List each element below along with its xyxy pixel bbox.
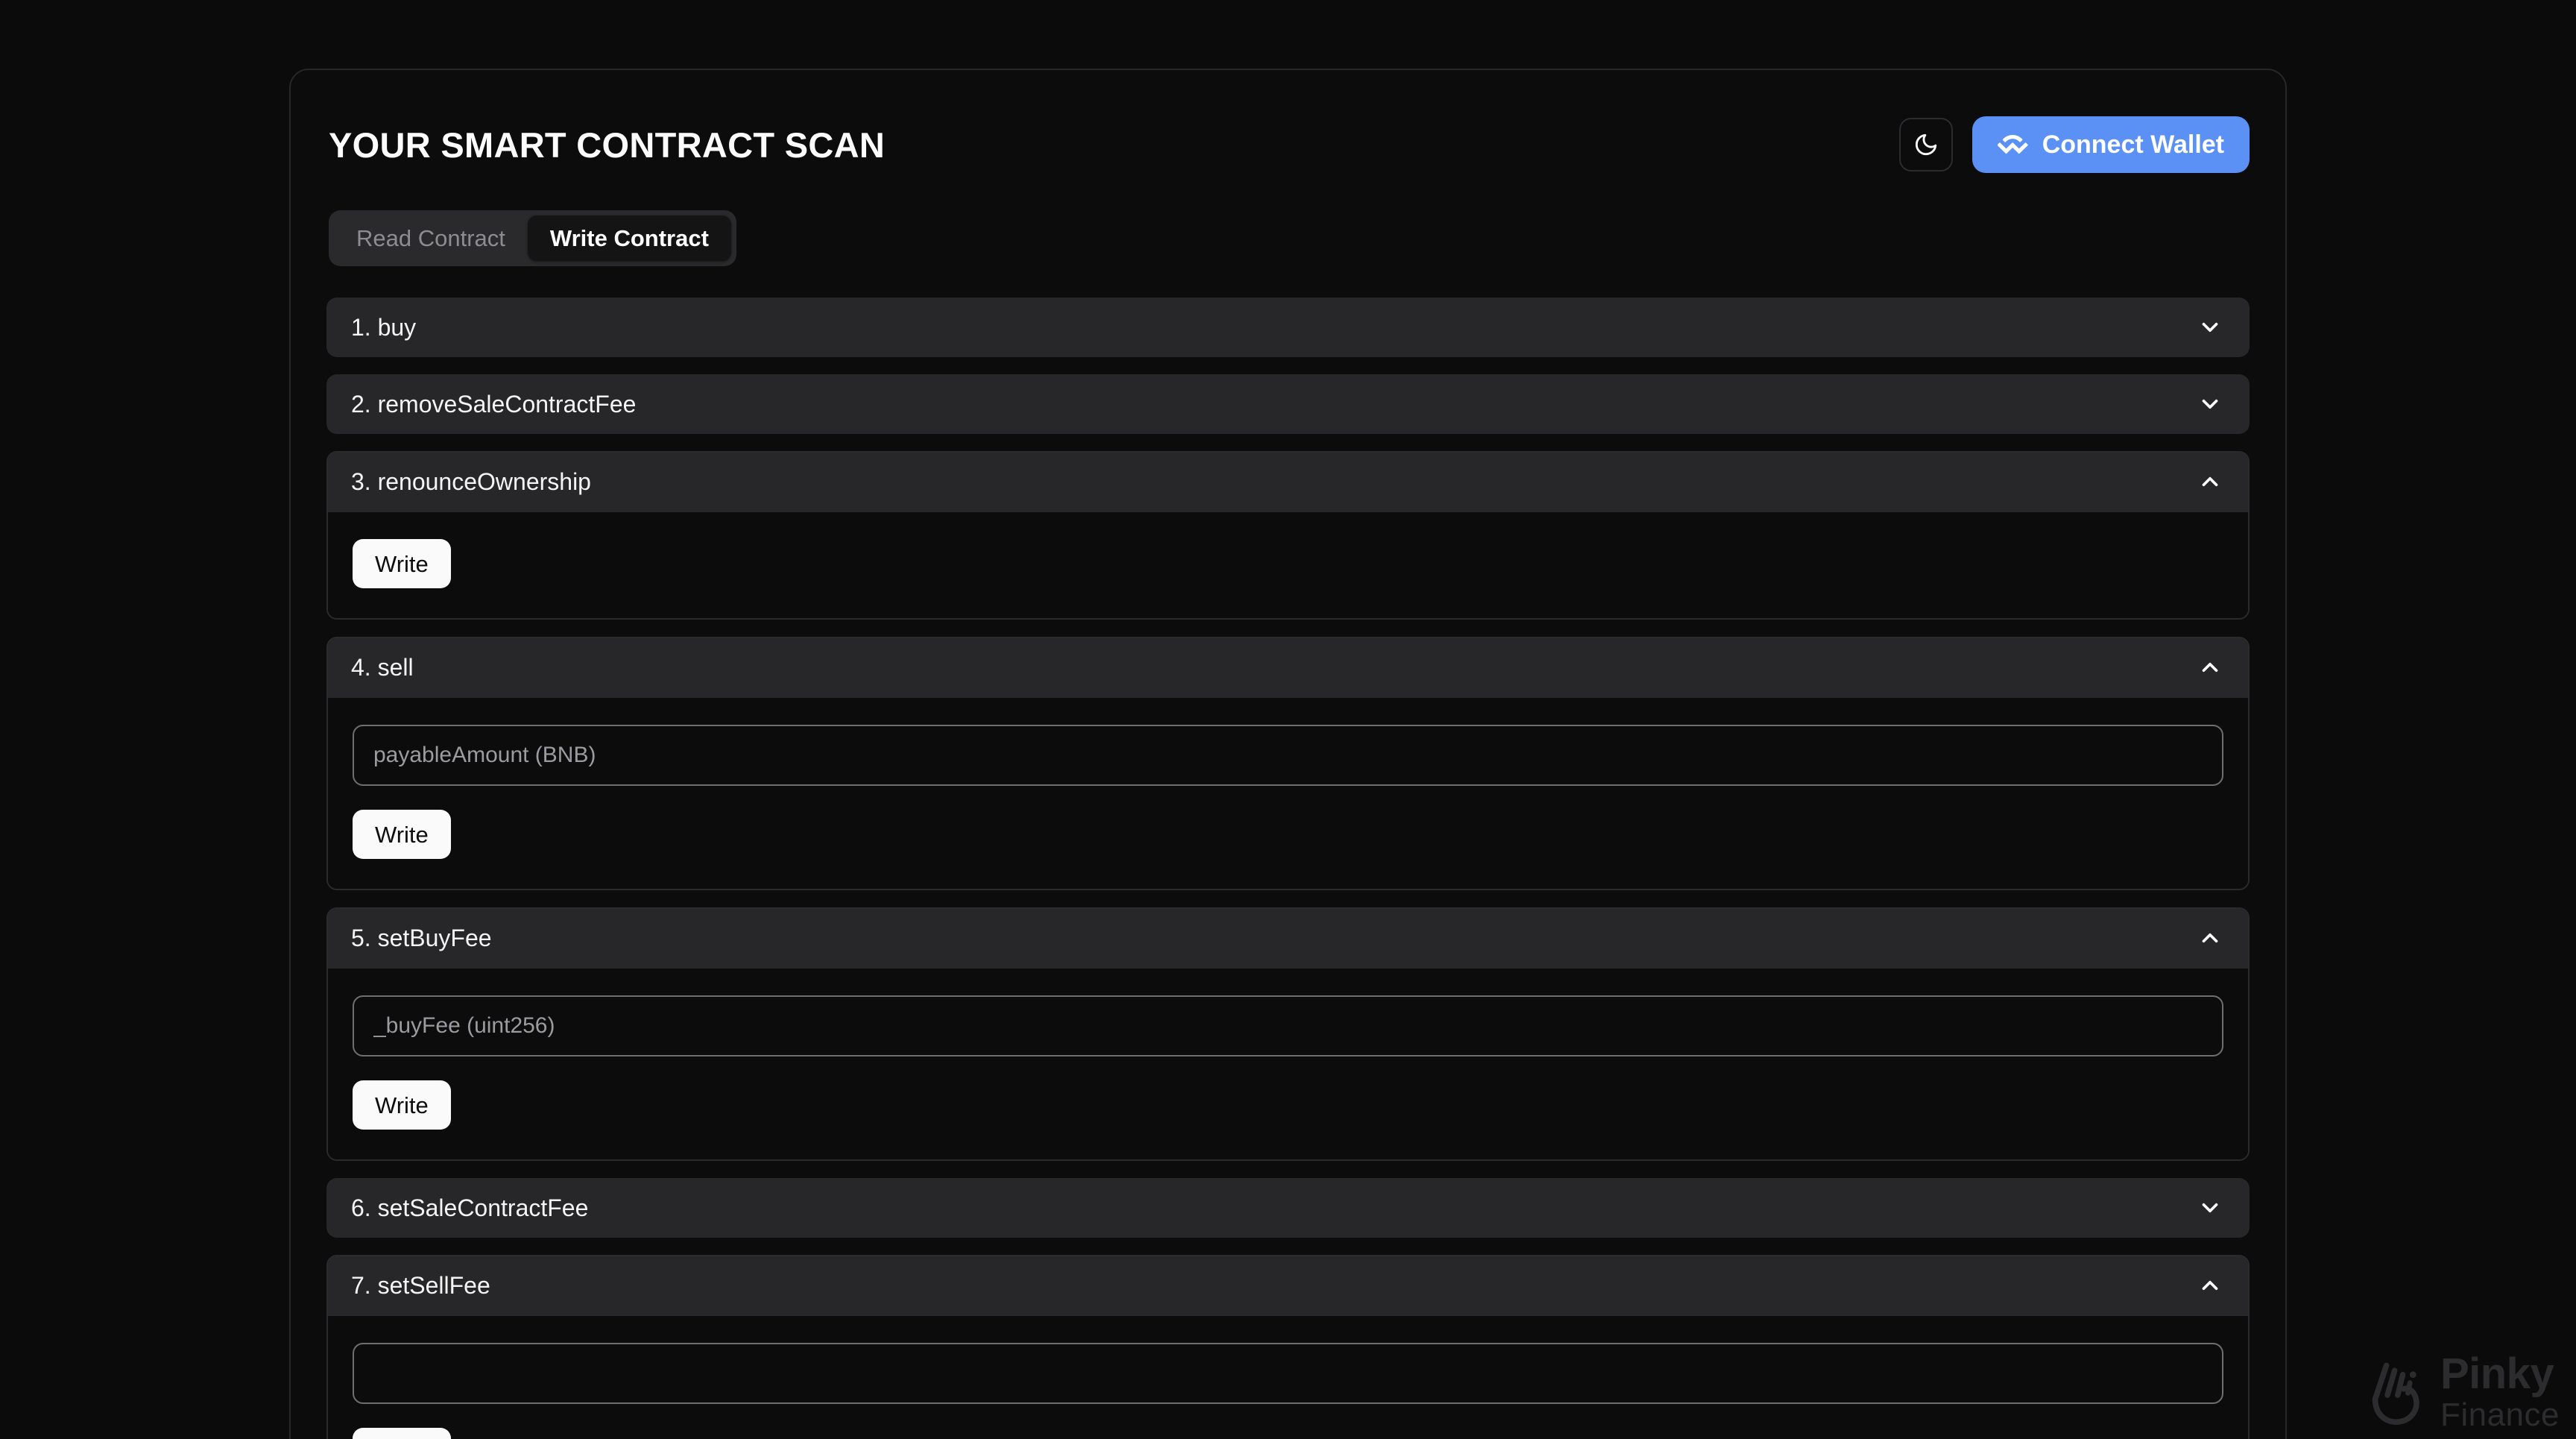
connect-wallet-label: Connect Wallet (2042, 130, 2224, 159)
function-argument-input[interactable] (353, 995, 2223, 1057)
function-name: 3. renounceOwnership (351, 468, 591, 495)
watermark-line-1: Pinky (2440, 1350, 2554, 1398)
walletconnect-icon (1997, 129, 2029, 160)
write-button[interactable]: Write (353, 539, 451, 588)
chevron-up-icon[interactable] (2197, 469, 2223, 494)
tab-read-contract[interactable]: Read Contract (334, 215, 528, 261)
write-button[interactable]: Write (353, 810, 451, 859)
pinky-hand-icon (2363, 1356, 2428, 1428)
function-accordion-header[interactable]: 6. setSaleContractFee (326, 1178, 2250, 1238)
function-list: 1. buy 2. removeSaleContractFee 3. renounc… (326, 297, 2250, 1439)
theme-toggle-button[interactable] (1898, 118, 1953, 171)
chevron-up-icon[interactable] (2197, 1273, 2223, 1298)
chevron-down-icon[interactable] (2197, 391, 2223, 417)
function-name: 5. setBuyFee (351, 925, 492, 951)
pinky-finance-watermark: Pinky Finance (2363, 1353, 2560, 1432)
function-argument-input[interactable] (353, 725, 2223, 786)
function-accordion-header[interactable]: 3. renounceOwnership (328, 453, 2248, 512)
function-accordion-header[interactable]: 1. buy (326, 297, 2250, 357)
chevron-up-icon[interactable] (2197, 655, 2223, 680)
write-button[interactable]: Write (353, 1080, 451, 1130)
write-button[interactable]: Write (353, 1428, 451, 1439)
function-name: 7. setSellFee (351, 1272, 490, 1299)
function-argument-input[interactable] (353, 1343, 2223, 1404)
contract-scan-card: YOUR SMART CONTRACT SCAN Connect Wallet … (289, 69, 2287, 1439)
function-accordion: 2. removeSaleContractFee (326, 374, 2250, 434)
function-name: 1. buy (351, 314, 417, 341)
function-accordion-body: Write (328, 1316, 2248, 1439)
card-header: YOUR SMART CONTRACT SCAN Connect Wallet (326, 70, 2250, 173)
function-accordion: 3. renounceOwnership Write (326, 451, 2250, 620)
app-root: YOUR SMART CONTRACT SCAN Connect Wallet … (0, 0, 2576, 1439)
watermark-line-2: Finance (2440, 1397, 2560, 1433)
function-accordion-body: Write (328, 512, 2248, 618)
chevron-down-icon[interactable] (2197, 315, 2223, 340)
chevron-up-icon[interactable] (2197, 925, 2223, 951)
function-accordion: 1. buy (326, 297, 2250, 357)
watermark-text: Pinky Finance (2440, 1353, 2560, 1432)
function-accordion: 6. setSaleContractFee (326, 1178, 2250, 1238)
function-accordion-body: Write (328, 698, 2248, 889)
function-accordion-header[interactable]: 2. removeSaleContractFee (326, 374, 2250, 434)
function-name: 2. removeSaleContractFee (351, 391, 637, 418)
function-accordion-body: Write (328, 969, 2248, 1159)
header-actions: Connect Wallet (1898, 116, 2250, 173)
chevron-down-icon[interactable] (2197, 1195, 2223, 1221)
moon-icon (1913, 132, 1939, 157)
connect-wallet-button[interactable]: Connect Wallet (1972, 116, 2250, 173)
function-accordion-header[interactable]: 5. setBuyFee (328, 909, 2248, 969)
tab-write-contract[interactable]: Write Contract (527, 215, 731, 261)
function-name: 6. setSaleContractFee (351, 1194, 589, 1221)
function-accordion-header[interactable]: 4. sell (328, 638, 2248, 698)
function-accordion: 7. setSellFee Write (326, 1255, 2250, 1439)
function-accordion: 5. setBuyFee Write (326, 907, 2250, 1161)
function-accordion: 4. sell Write (326, 637, 2250, 890)
contract-mode-tabs: Read Contract Write Contract (329, 210, 736, 266)
function-accordion-header[interactable]: 7. setSellFee (328, 1256, 2248, 1316)
page-title: YOUR SMART CONTRACT SCAN (329, 125, 886, 165)
function-name: 4. sell (351, 654, 414, 681)
